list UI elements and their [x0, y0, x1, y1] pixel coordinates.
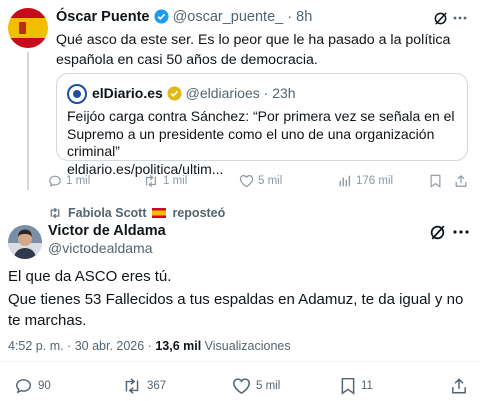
views-count: 13,6 mil: [155, 339, 202, 353]
repost-button[interactable]: 367: [122, 377, 166, 395]
main-action-bar: 90 367 5 mil 11: [8, 377, 472, 395]
like-button[interactable]: 5 mil: [239, 174, 282, 188]
share-button[interactable]: [454, 174, 468, 188]
repost-icon: [122, 377, 142, 395]
heart-icon: [239, 174, 254, 188]
spain-flag-icon: [152, 208, 167, 218]
parent-tweet-text: Qué asco da este ser. Es lo peor que le …: [56, 32, 451, 68]
repost-suffix: reposteó: [172, 206, 226, 220]
reply-icon: [48, 174, 62, 188]
parent-header: Óscar Puente @oscar_puente_ · 8h: [56, 9, 313, 25]
quote-text-block: Feijóo carga contra Sánchez: “Por primer…: [67, 108, 462, 178]
author-name[interactable]: Óscar Puente: [56, 9, 150, 25]
bookmark-button[interactable]: 11: [340, 377, 373, 395]
repost-icon: [143, 174, 159, 188]
parent-action-bar: 1 mil 1 mil 5 mil 176 mil: [48, 174, 472, 192]
main-author-name[interactable]: Victor de Aldama: [48, 223, 166, 239]
avatar-oscar-puente[interactable]: [8, 8, 48, 48]
post-time[interactable]: 8h: [296, 9, 312, 25]
quoted-tweet-card[interactable]: elDiario.es @eldiarioes · 23h Feijóo car…: [56, 73, 468, 177]
views-label: Visualizaciones: [204, 339, 291, 353]
bookmark-icon: [340, 377, 356, 395]
like-button[interactable]: 5 mil: [232, 377, 280, 395]
avatar-victor-de-aldama[interactable]: [8, 225, 42, 259]
timestamp[interactable]: 4:52 p. m. · 30 abr. 2026 ·: [8, 339, 155, 353]
grok-icon[interactable]: [432, 10, 448, 26]
reply-icon: [14, 377, 33, 395]
main-author-handle[interactable]: @victodealdama: [48, 240, 153, 256]
share-icon: [454, 174, 468, 188]
reposter-name[interactable]: Fabiola Scott: [68, 206, 146, 220]
verified-badge-icon: [154, 9, 169, 24]
main-tweet-line: El que da ASCO eres tú.: [8, 268, 172, 285]
thread-line: [27, 52, 29, 190]
quote-text: Feijóo carga contra Sánchez: “Por primer…: [67, 108, 455, 159]
share-button[interactable]: [450, 377, 468, 395]
divider: [0, 361, 480, 362]
quote-author-handle: @eldiarioes: [185, 85, 260, 101]
main-tweet-line: Que tienes 53 Fallecidos a tus espaldas …: [8, 291, 464, 329]
reply-button[interactable]: 1 mil: [48, 174, 90, 188]
share-icon: [450, 377, 468, 395]
quote-author-name: elDiario.es: [92, 85, 163, 101]
repost-button[interactable]: 1 mil: [143, 174, 187, 188]
grok-icon[interactable]: [428, 223, 446, 241]
repost-banner: Fabiola Scott reposteó: [48, 206, 225, 220]
views-button[interactable]: 176 mil: [338, 174, 393, 188]
eldiario-logo-icon: [67, 84, 87, 104]
verified-gold-badge-icon: [167, 86, 182, 101]
quote-time: 23h: [272, 85, 296, 101]
quote-header: elDiario.es @eldiarioes · 23h: [92, 85, 296, 101]
more-options-icon[interactable]: [452, 10, 468, 26]
bookmark-icon: [429, 174, 442, 188]
bookmark-button[interactable]: [429, 174, 442, 188]
author-handle[interactable]: @oscar_puente_: [173, 9, 284, 25]
main-tweet-text: El que da ASCO eres tú. Que tienes 53 Fa…: [8, 266, 472, 331]
reply-button[interactable]: 90: [14, 377, 51, 395]
repost-small-icon: [48, 207, 62, 219]
more-options-icon[interactable]: [452, 224, 470, 240]
analytics-icon: [338, 174, 352, 188]
tweet-metadata: 4:52 p. m. · 30 abr. 2026 · 13,6 mil Vis…: [8, 339, 291, 353]
heart-icon: [232, 377, 251, 395]
